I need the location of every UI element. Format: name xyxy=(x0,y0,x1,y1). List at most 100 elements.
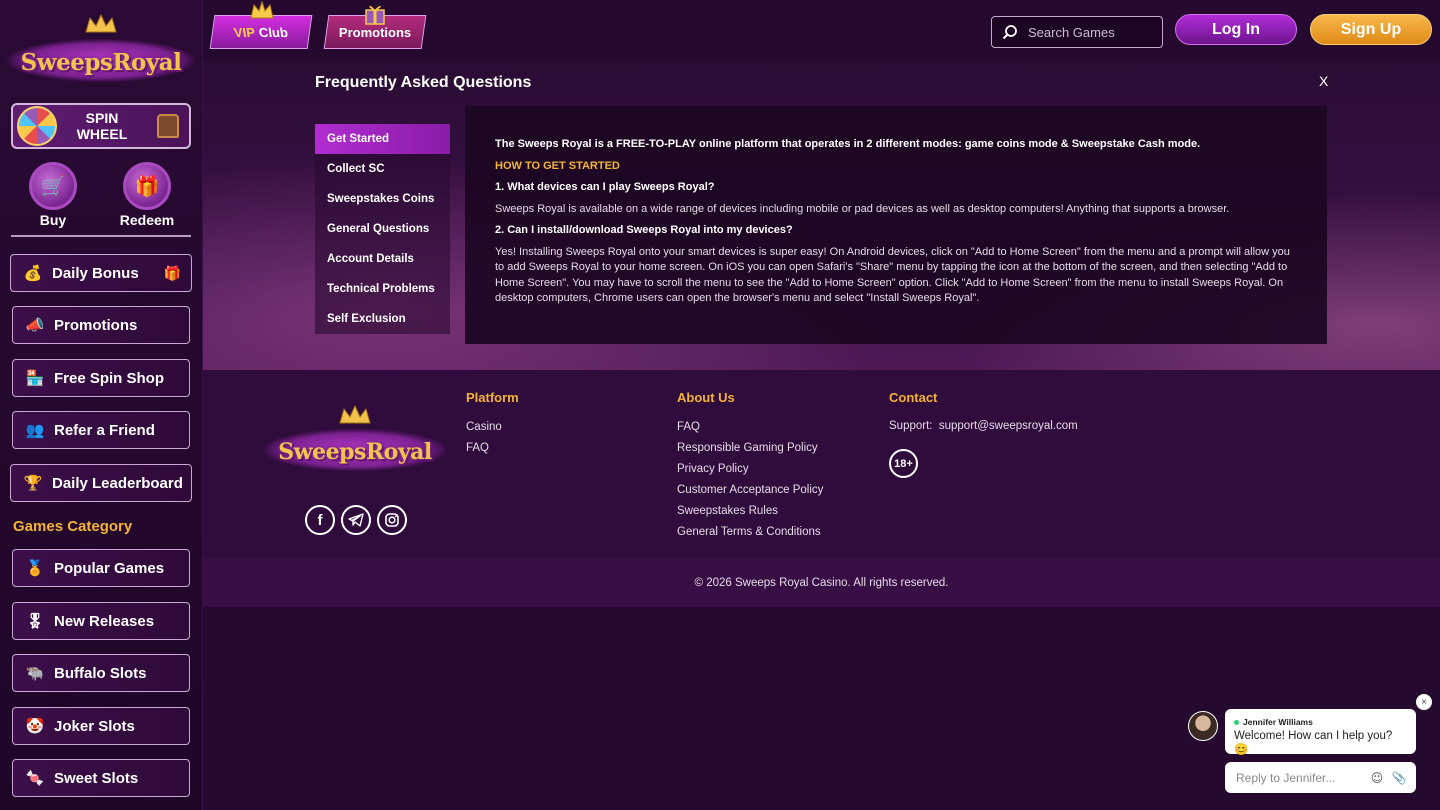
treasure-chest-icon xyxy=(157,114,179,138)
faq-menu-get-started[interactable]: Get Started xyxy=(315,124,450,154)
footer-column-title: Platform xyxy=(466,390,519,405)
footer-logo[interactable]: SweepsRoyal xyxy=(264,405,446,485)
instagram-glyph xyxy=(385,513,399,527)
faq-menu: Get Started Collect SC Sweepstakes Coins… xyxy=(315,124,450,334)
sidebar-item-daily-leaderboard[interactable]: 🏆 Daily Leaderboard xyxy=(10,464,192,502)
category-label: Popular Games xyxy=(54,559,165,577)
category-popular-games[interactable]: 🏅 Popular Games xyxy=(12,549,190,587)
footer-link-terms[interactable]: General Terms & Conditions xyxy=(677,522,823,543)
category-buffalo-slots[interactable]: 🐃 Buffalo Slots xyxy=(12,654,190,692)
footer-column-title: Contact xyxy=(889,390,938,405)
chat-agent-avatar[interactable] xyxy=(1188,711,1218,741)
footer-link-sweepstakes-rules[interactable]: Sweepstakes Rules xyxy=(677,501,823,522)
footer-contact-column: Contact Support: support@sweepsroyal.com… xyxy=(889,390,1078,478)
faq-menu-sweepstakes-coins[interactable]: Sweepstakes Coins xyxy=(315,184,450,214)
faq-answer: Yes! Installing Sweeps Royal onto your s… xyxy=(495,245,1290,305)
vip-tab-text: VIP Club xyxy=(233,24,289,40)
games-category-title: Games Category xyxy=(13,518,133,535)
sidebar: SweepsRoyal SPIN WHEEL 🛒 Buy 🎁 Redeem 💰 … xyxy=(0,0,203,810)
brand-logo[interactable]: SweepsRoyal xyxy=(6,14,196,94)
buy-button[interactable]: 🛒 Buy xyxy=(18,162,88,228)
footer-link-faq[interactable]: FAQ xyxy=(677,417,823,438)
chat-agent-name: Jennifer Williams xyxy=(1243,717,1313,727)
megaphone-icon: 📣 xyxy=(25,317,45,334)
faq-menu-technical-problems[interactable]: Technical Problems xyxy=(315,274,450,304)
footer-link-faq[interactable]: FAQ xyxy=(466,438,519,459)
copyright-bar: © 2026 Sweeps Royal Casino. All rights r… xyxy=(203,558,1440,607)
search-box[interactable] xyxy=(991,16,1163,48)
crown-icon xyxy=(85,14,117,33)
search-icon xyxy=(1002,25,1017,40)
redeem-button[interactable]: 🎁 Redeem xyxy=(112,162,182,228)
faq-question: 1. What devices can I play Sweeps Royal? xyxy=(495,181,715,193)
club-word: Club xyxy=(257,24,289,40)
sidebar-item-daily-bonus[interactable]: 💰 Daily Bonus 🎁 xyxy=(10,254,192,292)
faq-menu-collect-sc[interactable]: Collect SC xyxy=(315,154,450,184)
users-icon: 👥 xyxy=(25,422,45,439)
footer-link-privacy-policy[interactable]: Privacy Policy xyxy=(677,459,823,480)
emoji-icon[interactable]: ☺ xyxy=(1370,771,1384,785)
buffalo-icon: 🐃 xyxy=(25,665,45,682)
sidebar-item-promotions[interactable]: 📣 Promotions xyxy=(12,306,190,344)
wheel-icon xyxy=(17,106,57,146)
faq-menu-general-questions[interactable]: General Questions xyxy=(315,214,450,244)
facebook-icon[interactable]: f xyxy=(305,505,335,535)
footer-link-customer-acceptance[interactable]: Customer Acceptance Policy xyxy=(677,480,823,501)
faq-answer: Sweeps Royal is available on a wide rang… xyxy=(495,202,1230,215)
tab-vip-club[interactable]: VIP Club xyxy=(209,15,313,49)
sidebar-item-free-spin-shop[interactable]: 🏪 Free Spin Shop xyxy=(12,359,190,397)
trophy-icon: 🏆 xyxy=(23,475,43,492)
faq-intro: The Sweeps Royal is a FREE-TO-PLAY onlin… xyxy=(495,138,1201,150)
footer-platform-column: Platform Casino FAQ xyxy=(466,390,519,459)
support-email-link[interactable]: support@sweepsroyal.com xyxy=(939,420,1078,432)
gift-icon xyxy=(365,5,385,25)
sidebar-item-label: Daily Bonus xyxy=(52,264,139,282)
category-new-releases[interactable]: 🎖 New Releases xyxy=(12,602,190,640)
telegram-icon[interactable] xyxy=(341,505,371,535)
sidebar-item-label: Free Spin Shop xyxy=(54,369,165,387)
search-input[interactable] xyxy=(1028,24,1158,40)
attachment-icon[interactable]: 📎 xyxy=(1392,771,1407,785)
spin-wheel-button[interactable]: SPIN WHEEL xyxy=(11,103,191,149)
online-status-icon xyxy=(1234,719,1239,725)
chat-reply-input[interactable] xyxy=(1236,770,1362,785)
signup-button[interactable]: Sign Up xyxy=(1310,14,1432,45)
redeem-label: Redeem xyxy=(119,212,175,228)
age-restriction-badge: 18+ xyxy=(889,449,918,478)
coin-bag-icon: 💰 xyxy=(23,265,43,282)
instagram-icon[interactable] xyxy=(377,505,407,535)
buy-label: Buy xyxy=(39,212,67,228)
footer-link-casino[interactable]: Casino xyxy=(466,417,519,438)
support-line: Support: support@sweepsroyal.com xyxy=(889,416,1078,437)
support-label: Support: xyxy=(889,420,933,432)
shop-icon: 🏪 xyxy=(25,370,45,387)
badge-icon: 🎖 xyxy=(25,613,45,630)
sidebar-item-label: Daily Leaderboard xyxy=(52,474,183,492)
sidebar-item-label: Refer a Friend xyxy=(54,421,155,439)
chat-reply-box[interactable]: ☺ 📎 xyxy=(1225,762,1416,793)
sidebar-divider xyxy=(11,235,191,237)
faq-menu-account-details[interactable]: Account Details xyxy=(315,244,450,274)
category-joker-slots[interactable]: 🤡 Joker Slots xyxy=(12,707,190,745)
login-button[interactable]: Log In xyxy=(1175,14,1297,45)
spin-wheel-label: SPIN WHEEL xyxy=(76,110,128,142)
category-label: Joker Slots xyxy=(54,717,135,735)
chat-message-text: Welcome! How can I help you? 😊 xyxy=(1234,730,1393,756)
category-sweet-slots[interactable]: 🍬 Sweet Slots xyxy=(12,759,190,797)
footer-link-responsible-gaming[interactable]: Responsible Gaming Policy xyxy=(677,438,823,459)
vip-word: VIP xyxy=(233,24,257,40)
faq-menu-self-exclusion[interactable]: Self Exclusion xyxy=(315,304,450,334)
chat-message-bubble[interactable]: Jennifer Williams Welcome! How can I hel… xyxy=(1225,709,1416,756)
crown-icon xyxy=(250,0,274,19)
faq-question: 2. Can I install/download Sweeps Royal i… xyxy=(495,224,793,236)
faq-section-heading: HOW TO GET STARTED xyxy=(495,159,620,172)
copyright-text: © 2026 Sweeps Royal Casino. All rights r… xyxy=(694,576,949,589)
category-label: Sweet Slots xyxy=(54,769,139,787)
trophy-icon: 🏅 xyxy=(25,560,45,577)
sidebar-item-refer-a-friend[interactable]: 👥 Refer a Friend xyxy=(12,411,190,449)
footer-column-title: About Us xyxy=(677,390,735,405)
faq-close-button[interactable]: X xyxy=(1319,73,1328,89)
gift-hand-icon: 🎁 xyxy=(123,162,171,210)
chat-close-icon[interactable]: × xyxy=(1416,694,1432,710)
gift-icon: 🎁 xyxy=(163,264,181,281)
